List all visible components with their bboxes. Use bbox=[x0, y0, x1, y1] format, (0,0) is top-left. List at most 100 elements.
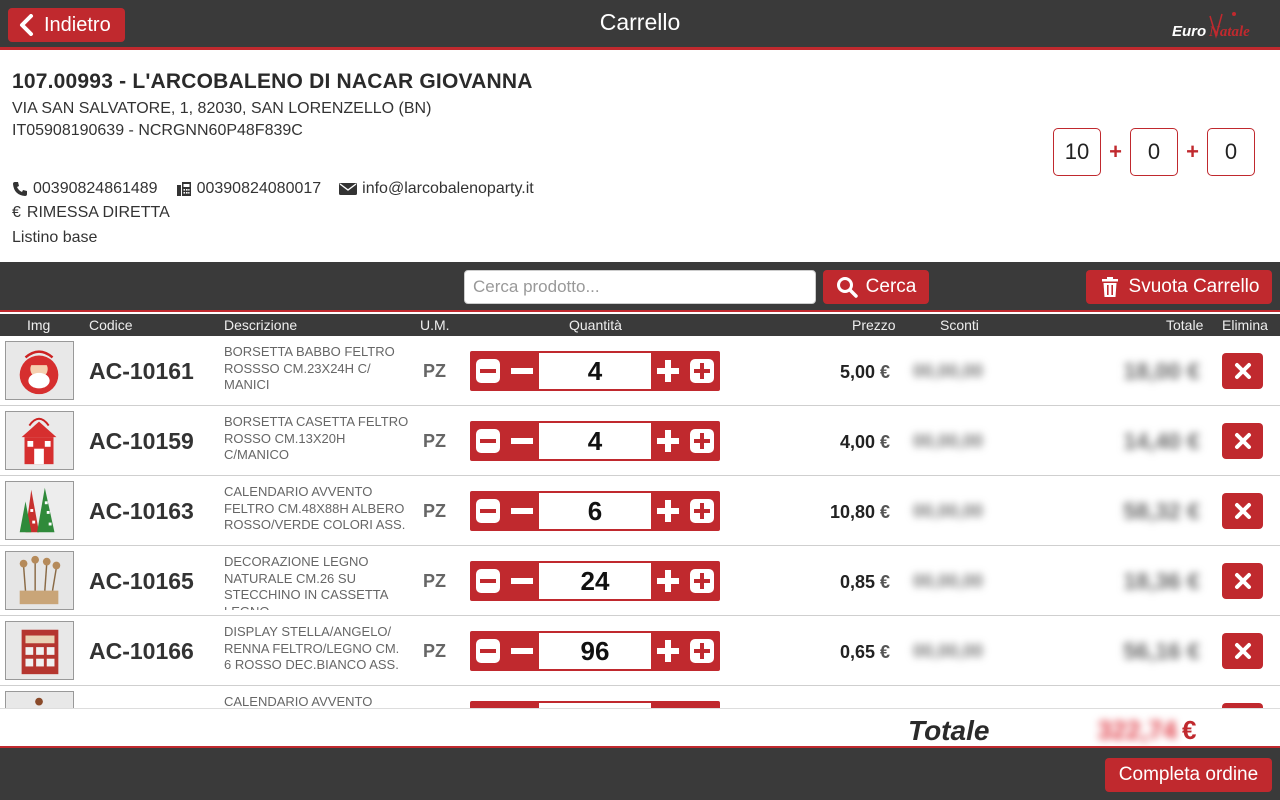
decrease-big-button[interactable] bbox=[471, 351, 505, 391]
delete-row-button[interactable] bbox=[1222, 423, 1263, 459]
increase-button[interactable] bbox=[651, 351, 685, 391]
close-icon bbox=[1234, 503, 1251, 519]
delete-row-button[interactable] bbox=[1222, 563, 1263, 599]
plus-icon bbox=[690, 569, 714, 593]
trash-icon bbox=[1101, 277, 1118, 297]
unit-price: 10,80 bbox=[829, 502, 875, 522]
decrease-button[interactable] bbox=[505, 561, 539, 601]
decrease-big-button[interactable] bbox=[471, 491, 505, 531]
table-row: AC-10166 DISPLAY STELLA/ANGELO/ RENNA FEL… bbox=[0, 616, 1280, 686]
decrease-button[interactable] bbox=[505, 631, 539, 671]
complete-order-button[interactable]: Completa ordine bbox=[1105, 758, 1272, 792]
customer-contacts: 00390824861489 00390824080017 info@larco… bbox=[12, 180, 534, 198]
quantity-stepper: 1 bbox=[470, 701, 720, 708]
row-total: 56,16 € bbox=[1123, 638, 1200, 664]
total-bar: Totale 322,74 € bbox=[0, 708, 1280, 748]
decrease-big-button[interactable] bbox=[471, 421, 505, 461]
total-value: 322,74 bbox=[1097, 715, 1177, 745]
minus-icon bbox=[511, 368, 533, 374]
phone-contact[interactable]: 00390824861489 bbox=[12, 180, 158, 198]
empty-cart-button[interactable]: Svuota Carrello bbox=[1086, 270, 1272, 304]
product-code: AC-10163 bbox=[89, 498, 194, 524]
quantity-stepper: 6 bbox=[470, 491, 720, 531]
decrease-button[interactable] bbox=[505, 351, 539, 391]
col-qty: Quantità bbox=[569, 317, 622, 333]
increase-big-button[interactable] bbox=[685, 351, 719, 391]
increase-big-button[interactable] bbox=[685, 701, 719, 708]
quantity-input[interactable]: 4 bbox=[539, 423, 651, 459]
decrease-button[interactable] bbox=[505, 421, 539, 461]
delete-row-button[interactable] bbox=[1222, 633, 1263, 669]
increase-button[interactable] bbox=[651, 561, 685, 601]
col-delete: Elimina bbox=[1222, 317, 1268, 333]
increase-big-button[interactable] bbox=[685, 561, 719, 601]
logo-text-a: Euro bbox=[1172, 23, 1206, 40]
price-currency: € bbox=[880, 362, 891, 382]
product-image[interactable] bbox=[5, 621, 74, 680]
increase-big-button[interactable] bbox=[685, 491, 719, 531]
fax-number: 00390824080017 bbox=[196, 180, 322, 197]
email-contact[interactable]: info@larcobalenoparty.it bbox=[339, 180, 534, 198]
col-desc: Descrizione bbox=[224, 317, 298, 333]
product-image[interactable] bbox=[5, 481, 74, 540]
search-toolbar: Cerca Svuota Carrello bbox=[0, 262, 1280, 312]
counter-3[interactable]: 0 bbox=[1207, 128, 1255, 176]
delete-row-button[interactable] bbox=[1222, 353, 1263, 389]
discount-value: 00,00,00 bbox=[913, 641, 984, 661]
product-image[interactable] bbox=[5, 691, 74, 708]
delete-row-button[interactable] bbox=[1222, 493, 1263, 529]
unit-price: 0,65 bbox=[839, 642, 875, 662]
phone-icon bbox=[13, 182, 27, 196]
close-icon bbox=[1234, 363, 1251, 379]
plus-icon bbox=[690, 499, 714, 523]
minus-icon bbox=[511, 438, 533, 444]
minus-icon bbox=[511, 508, 533, 514]
increase-button[interactable] bbox=[651, 421, 685, 461]
decrease-big-button[interactable] bbox=[471, 701, 505, 708]
customer-tax-id: IT05908190639 - NCRGNN60P48F839C bbox=[12, 122, 303, 139]
counter-2[interactable]: 0 bbox=[1130, 128, 1178, 176]
increase-button[interactable] bbox=[651, 631, 685, 671]
increase-button[interactable] bbox=[651, 491, 685, 531]
decrease-big-button[interactable] bbox=[471, 561, 505, 601]
table-row: AC-10161 BORSETTA BABBO FELTRO ROSSSO CM.… bbox=[0, 336, 1280, 406]
search-icon bbox=[836, 277, 858, 298]
quantity-input[interactable]: 6 bbox=[539, 493, 651, 529]
row-total: 58,32 € bbox=[1123, 498, 1200, 524]
increase-big-button[interactable] bbox=[685, 631, 719, 671]
search-button[interactable]: Cerca bbox=[823, 270, 929, 304]
euronatale-logo: Euro Natale bbox=[1172, 12, 1250, 40]
product-image[interactable] bbox=[5, 341, 74, 400]
product-description: DISPLAY STELLA/ANGELO/ RENNA FELTRO/LEGN… bbox=[224, 624, 400, 672]
col-um: U.M. bbox=[420, 317, 450, 333]
decrease-big-button[interactable] bbox=[471, 631, 505, 671]
plus-icon bbox=[657, 360, 679, 382]
search-input[interactable] bbox=[464, 270, 816, 304]
product-code: AC-10165 bbox=[89, 568, 194, 594]
footer-bar: Completa ordine bbox=[0, 748, 1280, 800]
quantity-stepper: 96 bbox=[470, 631, 720, 671]
increase-button[interactable] bbox=[651, 701, 685, 708]
phone-number: 00390824861489 bbox=[33, 180, 158, 197]
product-image[interactable] bbox=[5, 411, 74, 470]
col-discount: Sconti bbox=[940, 317, 979, 333]
discount-value: 00,00,00 bbox=[913, 501, 984, 521]
product-image[interactable] bbox=[5, 551, 74, 610]
fax-icon bbox=[176, 182, 191, 196]
unit-price: 0,85 bbox=[839, 572, 875, 592]
quantity-input[interactable]: 96 bbox=[539, 633, 651, 669]
unit-of-measure: PZ bbox=[423, 431, 447, 451]
discount-value: 00,00,00 bbox=[913, 431, 984, 451]
decrease-button[interactable] bbox=[505, 701, 539, 708]
plus-icon bbox=[657, 570, 679, 592]
fax-contact[interactable]: 00390824080017 bbox=[176, 180, 322, 198]
quantity-input[interactable]: 4 bbox=[539, 353, 651, 389]
increase-big-button[interactable] bbox=[685, 421, 719, 461]
quantity-input[interactable]: 24 bbox=[539, 563, 651, 599]
price-currency: € bbox=[880, 642, 891, 662]
decrease-button[interactable] bbox=[505, 491, 539, 531]
product-description: BORSETTA CASETTA FELTRO ROSSO CM.13X20H … bbox=[224, 414, 409, 462]
counter-1[interactable]: 10 bbox=[1053, 128, 1101, 176]
close-icon bbox=[1234, 433, 1251, 449]
total-label: Totale bbox=[908, 715, 990, 746]
